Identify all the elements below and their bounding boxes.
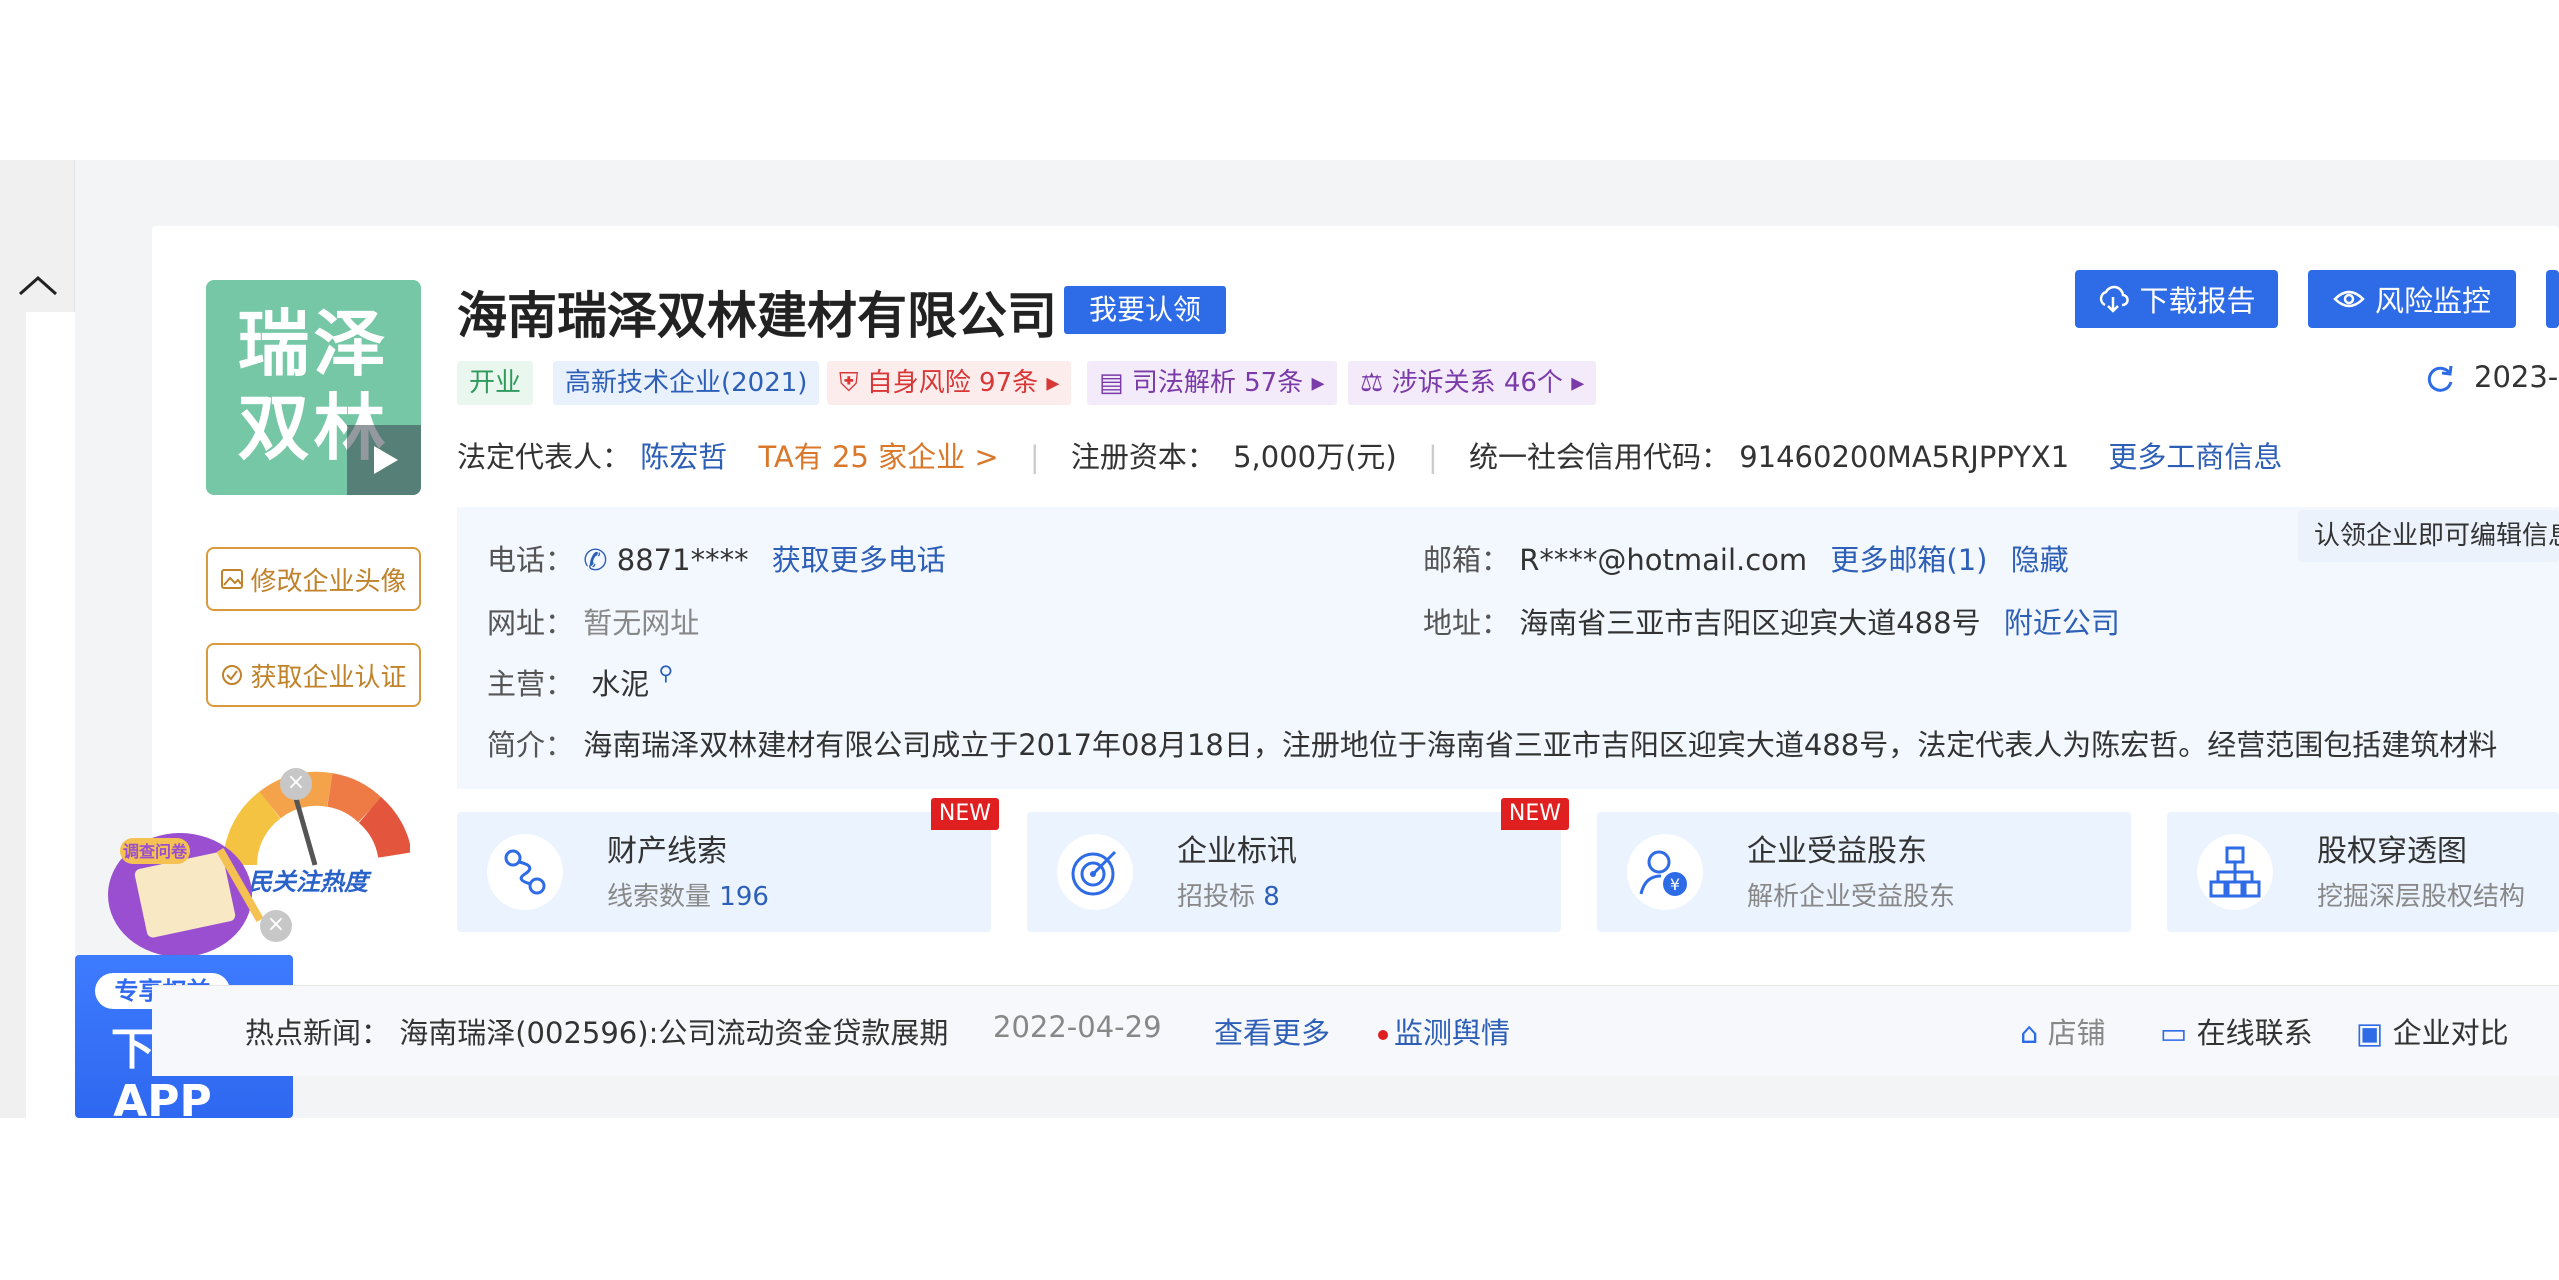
hot-news: 热点新闻： 海南瑞泽(002596):公司流动资金贷款展期 bbox=[245, 1016, 949, 1050]
judicial-tag[interactable]: ▤ 司法解析 57条 ▸ bbox=[1087, 361, 1337, 405]
survey-icon[interactable]: 调查问卷 bbox=[100, 820, 270, 960]
alert-dot-icon bbox=[1378, 1030, 1388, 1040]
address-row: 地址： 海南省三亚市吉阳区迎宾大道488号 附近公司 bbox=[1423, 606, 2120, 640]
org-chart-icon bbox=[2197, 834, 2273, 910]
website-value: 暂无网址 bbox=[583, 606, 700, 640]
gavel-icon: ⚖ bbox=[1360, 368, 1384, 398]
top-blank-area bbox=[0, 0, 2559, 160]
view-more-link[interactable]: 查看更多 bbox=[1214, 1010, 1330, 1052]
address-value: 海南省三亚市吉阳区迎宾大道488号 bbox=[1519, 606, 1981, 640]
credit-code: 91460200MA5RJPPYX1 bbox=[1739, 440, 2070, 474]
more-business-info-link[interactable]: 更多工商信息 bbox=[2108, 440, 2282, 474]
hightech-tag[interactable]: 高新技术企业(2021) bbox=[553, 361, 820, 405]
search-icon[interactable]: ⚲ bbox=[658, 661, 673, 685]
chat-icon: ▭ bbox=[2160, 1016, 2188, 1050]
more-action-button[interactable] bbox=[2546, 270, 2559, 328]
shield-alert-icon: ⛨ bbox=[839, 368, 859, 398]
cloud-download-icon bbox=[2100, 285, 2130, 313]
nearby-companies-link[interactable]: 附近公司 bbox=[2004, 606, 2120, 640]
litigation-tag[interactable]: ⚖ 涉诉关系 46个 ▸ bbox=[1348, 361, 1597, 405]
edit-avatar-button[interactable]: 修改企业头像 bbox=[206, 547, 421, 611]
user-yen-icon: ¥ bbox=[1627, 834, 1703, 910]
compare-link[interactable]: ▣ 企业对比 bbox=[2356, 1010, 2509, 1052]
route-icon bbox=[487, 834, 563, 910]
gauge-close-icon[interactable]: × bbox=[280, 768, 312, 800]
phone-value: 8871**** bbox=[616, 543, 749, 577]
feature-card-equity[interactable]: 股权穿透图 挖掘深层股权结构 bbox=[2167, 812, 2559, 932]
monitor-sentiment-link[interactable]: 监测舆情 bbox=[1378, 1010, 1510, 1052]
self-risk-tag[interactable]: ⛨ 自身风险 97条 ▸ bbox=[827, 361, 1072, 405]
survey-close-icon[interactable]: × bbox=[260, 910, 292, 942]
phone-row: 电话： ✆ 8871**** 获取更多电话 bbox=[487, 543, 946, 577]
refresh-icon[interactable] bbox=[2424, 362, 2456, 394]
eye-icon bbox=[2333, 290, 2365, 308]
claim-company-button[interactable]: 我要认领 bbox=[1064, 286, 1226, 334]
target-icon bbox=[1057, 834, 1133, 910]
survey-label: 调查问卷 bbox=[123, 842, 188, 861]
update-date: 2023-0 bbox=[2474, 360, 2559, 394]
legal-info-row: 法定代表人： 陈宏哲 TA有 25 家企业 > | 注册资本： 5,000万(元… bbox=[457, 440, 2283, 474]
left-sidebar-panel bbox=[26, 312, 75, 1118]
svg-text:¥: ¥ bbox=[1670, 875, 1680, 894]
more-email-link[interactable]: 更多邮箱(1) bbox=[1830, 543, 1987, 577]
shop-link[interactable]: ⌂ 店铺 bbox=[2020, 1010, 2106, 1052]
rep-companies-link[interactable]: TA有 25 家企业 > bbox=[758, 440, 998, 474]
risk-monitor-button[interactable]: 风险监控 bbox=[2308, 270, 2516, 328]
feature-card-property-clues[interactable]: 财产线索 线索数量 196 NEW bbox=[457, 798, 999, 932]
feature-card-bidding[interactable]: 企业标讯 招投标 8 NEW bbox=[1027, 798, 1569, 932]
store-icon: ⌂ bbox=[2020, 1016, 2039, 1050]
image-icon bbox=[221, 569, 244, 589]
more-phone-link[interactable]: 获取更多电话 bbox=[772, 543, 946, 577]
online-contact-link[interactable]: ▭ 在线联系 bbox=[2160, 1010, 2313, 1052]
badge-check-icon bbox=[222, 665, 243, 685]
company-name: 海南瑞泽双林建材有限公司 bbox=[457, 287, 1057, 345]
caret-right-icon: ▸ bbox=[1571, 368, 1585, 398]
collapse-button[interactable] bbox=[0, 258, 75, 312]
compare-icon: ▣ bbox=[2356, 1016, 2384, 1050]
new-badge: NEW bbox=[1500, 798, 1569, 830]
bottom-blank-area bbox=[0, 1118, 2559, 1280]
play-icon bbox=[374, 446, 398, 474]
caret-right-icon: ▸ bbox=[1046, 368, 1060, 398]
website-row: 网址： 暂无网址 bbox=[487, 606, 700, 640]
email-value: R****@hotmail.com bbox=[1519, 543, 1808, 577]
new-badge: NEW bbox=[930, 798, 999, 830]
get-certification-button[interactable]: 获取企业认证 bbox=[206, 643, 421, 707]
legal-rep-link[interactable]: 陈宏哲 bbox=[640, 440, 727, 474]
main-business-row: 主营： 水泥 ⚲ bbox=[487, 661, 674, 701]
news-headline[interactable]: 海南瑞泽(002596):公司流动资金贷款展期 bbox=[399, 1016, 948, 1050]
hide-link[interactable]: 隐藏 bbox=[2011, 543, 2069, 577]
play-video-button[interactable] bbox=[347, 425, 421, 495]
edit-tip: 认领企业即可编辑信息 bbox=[2298, 510, 2559, 562]
phone-icon: ✆ bbox=[583, 543, 608, 577]
caret-right-icon: ▸ bbox=[1311, 368, 1325, 398]
main-business-value[interactable]: 水泥 bbox=[591, 667, 649, 701]
email-row: 邮箱： R****@hotmail.com 更多邮箱(1) 隐藏 bbox=[1423, 543, 2069, 577]
status-tag: 开业 bbox=[457, 361, 534, 405]
chevron-up-icon bbox=[18, 275, 57, 296]
news-date: 2022-04-29 bbox=[993, 1010, 1162, 1044]
book-icon: ▤ bbox=[1099, 368, 1124, 398]
intro-row: 简介： 海南瑞泽双林建材有限公司成立于2017年08月18日，注册地位于海南省三… bbox=[487, 728, 2498, 762]
capital-value: 5,000万(元) bbox=[1233, 440, 1397, 474]
feature-card-beneficiary[interactable]: ¥ 企业受益股东 解析企业受益股东 bbox=[1597, 812, 2131, 932]
intro-text: 海南瑞泽双林建材有限公司成立于2017年08月18日，注册地位于海南省三亚市吉阳… bbox=[583, 728, 2498, 762]
download-report-button[interactable]: 下载报告 bbox=[2075, 270, 2278, 328]
